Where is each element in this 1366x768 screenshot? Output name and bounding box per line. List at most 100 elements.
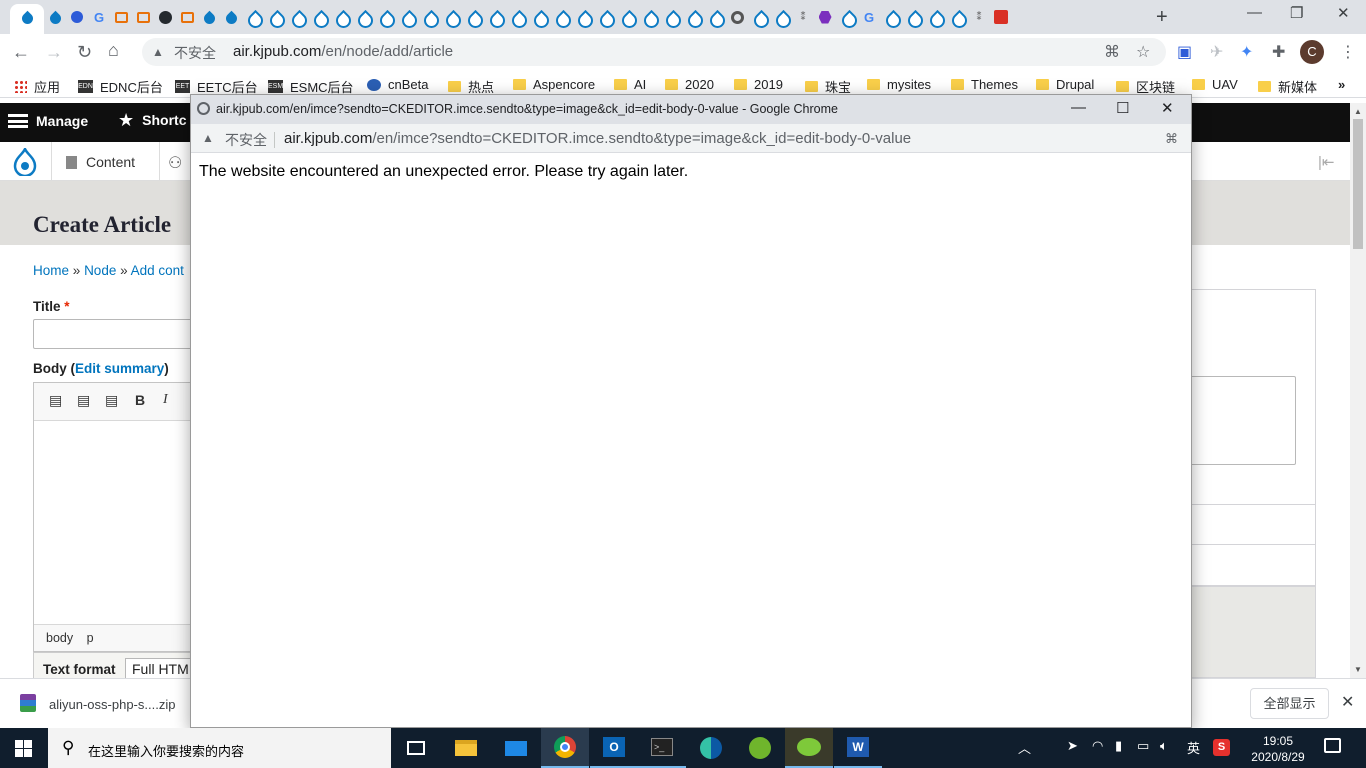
- new-tab-plus-icon[interactable]: +: [1156, 6, 1168, 29]
- breadcrumb-node[interactable]: Node: [84, 263, 116, 278]
- profile-avatar[interactable]: C: [1300, 40, 1324, 64]
- tab-drupal-favicon[interactable]: [198, 8, 220, 26]
- bookmark-folder-themes[interactable]: Themes: [951, 77, 1018, 92]
- tab-generic-favicon[interactable]: ⁑: [968, 8, 990, 26]
- mail-button[interactable]: [492, 728, 540, 768]
- scroll-up-icon[interactable]: ▲: [1354, 107, 1362, 116]
- bookmark-folder-mysites[interactable]: mysites: [867, 77, 931, 92]
- popup-close-icon[interactable]: ✕: [1161, 99, 1174, 117]
- tab-drupal-favicon[interactable]: [924, 8, 946, 26]
- tab-drupal-favicon[interactable]: [462, 8, 484, 26]
- bookmark-folder-aspencore[interactable]: Aspencore: [513, 77, 595, 92]
- send-icon[interactable]: ➤: [1067, 738, 1078, 754]
- tab-drupal-favicon[interactable]: [836, 8, 858, 26]
- tab-code-favicon[interactable]: [110, 8, 132, 26]
- body-editor[interactable]: [33, 382, 203, 652]
- revision-log-textarea[interactable]: [1180, 376, 1296, 465]
- tab-drupal-favicon[interactable]: [506, 8, 528, 26]
- forward-arrow-icon[interactable]: →: [45, 42, 63, 63]
- tab-drupal-favicon[interactable]: [330, 8, 352, 26]
- path-element-body[interactable]: body: [46, 631, 73, 645]
- tab-hex-favicon[interactable]: [814, 8, 836, 26]
- tab-loading-favicon[interactable]: [726, 8, 748, 26]
- title-input[interactable]: [33, 319, 203, 349]
- notifications-icon[interactable]: [1324, 738, 1341, 753]
- sidebar-collapsed-sections[interactable]: [1176, 586, 1316, 678]
- outlook-button[interactable]: O: [590, 728, 638, 768]
- breadcrumb-home[interactable]: Home: [33, 263, 69, 278]
- paste-word-icon[interactable]: ▤: [105, 392, 118, 409]
- more-bookmarks-chevron-icon[interactable]: »: [1338, 77, 1345, 92]
- device-icon[interactable]: ▮: [1115, 738, 1122, 754]
- close-icon[interactable]: ✕: [1337, 4, 1350, 22]
- tab-drupal-favicon[interactable]: [418, 8, 440, 26]
- structure-icon[interactable]: ⚇: [168, 153, 182, 173]
- scrollbar-thumb[interactable]: [1353, 119, 1363, 249]
- tab-drupal-favicon[interactable]: [770, 8, 792, 26]
- tab-drupal-favicon[interactable]: [528, 8, 550, 26]
- manage-toggle[interactable]: Manage: [8, 113, 88, 129]
- minimize-icon[interactable]: —: [1247, 4, 1262, 21]
- tab-drupal-favicon[interactable]: [220, 8, 242, 26]
- bookmark-cnbeta[interactable]: cnBeta: [367, 77, 428, 92]
- tab-drupal-favicon[interactable]: [286, 8, 308, 26]
- download-item[interactable]: aliyun-oss-php-s....zip: [49, 697, 175, 712]
- tab-drupal-favicon[interactable]: [902, 8, 924, 26]
- tab-google-favicon[interactable]: G: [858, 8, 880, 26]
- popup-minimize-icon[interactable]: —: [1071, 99, 1086, 116]
- translate-icon[interactable]: ⌘: [1165, 131, 1178, 147]
- tab-drupal-favicon[interactable]: [264, 8, 286, 26]
- tab-code-favicon[interactable]: [132, 8, 154, 26]
- chrome-button[interactable]: [541, 728, 589, 768]
- show-hidden-icons-chevron-icon[interactable]: ︿: [1018, 738, 1031, 757]
- italic-icon[interactable]: I: [163, 392, 168, 408]
- battery-icon[interactable]: ▭: [1137, 738, 1149, 754]
- popup-url[interactable]: air.kjpub.com/en/imce?sendto=CKEDITOR.im…: [284, 130, 911, 147]
- taskbar-clock[interactable]: 19:05 2020/8/29: [1248, 733, 1308, 765]
- tab-drupal-favicon[interactable]: [44, 8, 66, 26]
- tab-drupal-favicon[interactable]: [440, 8, 462, 26]
- bookmark-folder-2020[interactable]: 2020: [665, 77, 714, 92]
- file-explorer-button[interactable]: [442, 728, 490, 768]
- tab-drupal-favicon[interactable]: [594, 8, 616, 26]
- tab-drupal-favicon[interactable]: [682, 8, 704, 26]
- collapse-tray-icon[interactable]: |⇤: [1318, 153, 1334, 171]
- translate-extension-icon[interactable]: ✦: [1240, 42, 1253, 62]
- volume-icon[interactable]: 🔈︎: [1160, 738, 1168, 754]
- breadcrumb-add-content[interactable]: Add cont: [131, 263, 184, 278]
- tab-google-favicon[interactable]: G: [88, 8, 110, 26]
- bookmark-folder-ai[interactable]: AI: [614, 77, 646, 92]
- tab-baidu-favicon[interactable]: [66, 8, 88, 26]
- tab-drupal-favicon[interactable]: [748, 8, 770, 26]
- tab-red-favicon[interactable]: [990, 8, 1012, 26]
- tab-drupal-favicon[interactable]: [660, 8, 682, 26]
- word-button[interactable]: W: [834, 728, 882, 768]
- tray-content-link[interactable]: Content: [66, 154, 135, 170]
- path-element-p[interactable]: p: [87, 631, 94, 645]
- tab-drupal-favicon[interactable]: [242, 8, 264, 26]
- puzzle-extensions-icon[interactable]: ✚: [1272, 42, 1285, 62]
- ime-language-indicator[interactable]: 英: [1187, 738, 1200, 757]
- edit-summary-link[interactable]: Edit summary: [75, 361, 164, 376]
- bold-icon[interactable]: B: [135, 392, 145, 408]
- green-app-button[interactable]: [736, 728, 784, 768]
- home-icon[interactable]: ⌂: [108, 40, 119, 61]
- tab-drupal-favicon[interactable]: [638, 8, 660, 26]
- tab-drupal-favicon[interactable]: [616, 8, 638, 26]
- popup-maximize-icon[interactable]: ☐: [1116, 99, 1129, 117]
- tab-drupal-favicon[interactable]: [550, 8, 572, 26]
- tab-drupal-favicon[interactable]: [352, 8, 374, 26]
- windows-start-icon[interactable]: [15, 740, 32, 757]
- scroll-down-icon[interactable]: ▼: [1354, 665, 1362, 674]
- back-arrow-icon[interactable]: ←: [12, 42, 30, 63]
- shortcuts-toggle[interactable]: ★ Shortc: [118, 111, 186, 129]
- reload-icon[interactable]: ↻: [77, 42, 92, 63]
- tab-drupal-favicon[interactable]: [374, 8, 396, 26]
- bookmark-folder-newmedia[interactable]: 新媒体: [1258, 77, 1317, 96]
- wifi-icon[interactable]: ◠: [1092, 738, 1103, 754]
- bookmark-star-icon[interactable]: ☆: [1136, 42, 1150, 62]
- paste-text-icon[interactable]: ▤: [77, 392, 90, 409]
- bookmark-folder-uav[interactable]: UAV: [1192, 77, 1238, 92]
- bookmark-folder-drupal[interactable]: Drupal: [1036, 77, 1094, 92]
- bookmark-apps[interactable]: 应用: [14, 77, 60, 96]
